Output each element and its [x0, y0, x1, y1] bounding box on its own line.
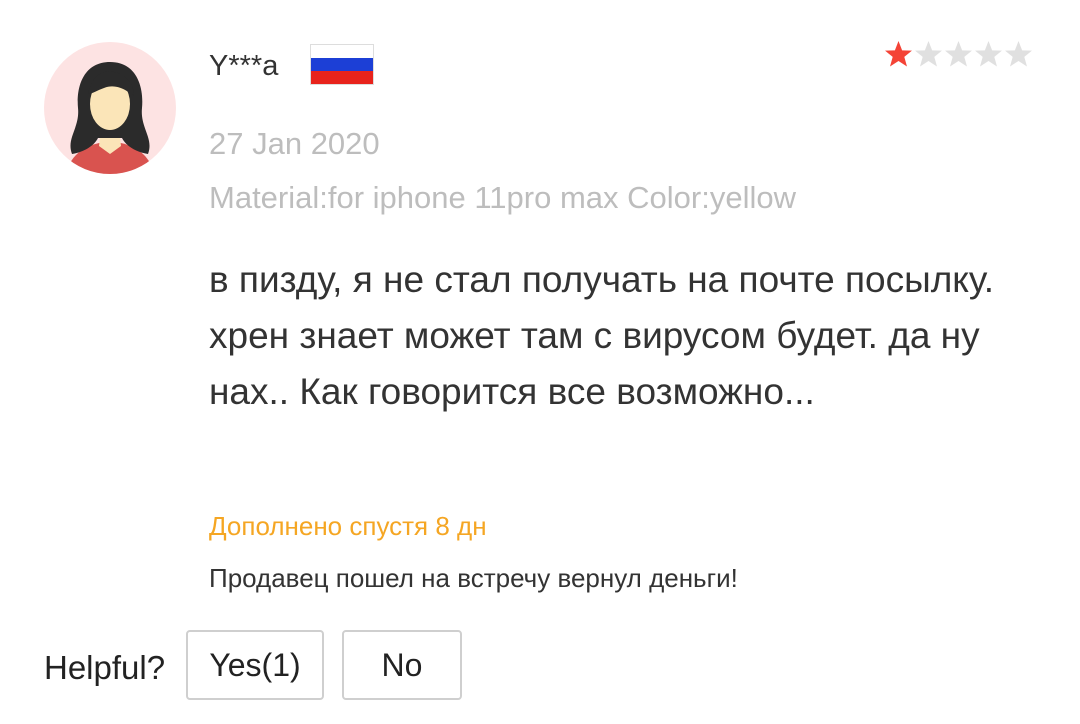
helpful-no-button[interactable]: No [342, 630, 462, 700]
review-card: Y***a 27 Jan 2020 Material:for iphone 11… [0, 0, 1080, 724]
followup-text: Продавец пошел на встречу вернул деньги! [209, 563, 738, 593]
author-name: Y***a [209, 50, 279, 82]
star-empty-icon [974, 40, 1003, 72]
review-date: 27 Jan 2020 [209, 126, 380, 161]
star-rating [884, 40, 1033, 72]
review-text: в пизду, я не стал получать на почте пос… [209, 259, 994, 412]
russia-flag-icon [310, 44, 374, 85]
star-filled-icon [884, 40, 913, 72]
product-variant: Material:for iphone 11pro max Color:yell… [209, 180, 796, 215]
helpful-label: Helpful? [44, 649, 166, 686]
followup-label: Дополнено спустя 8 дн [209, 511, 487, 541]
avatar [44, 42, 176, 174]
star-empty-icon [944, 40, 973, 72]
helpful-yes-button[interactable]: Yes(1) [186, 630, 324, 700]
star-empty-icon [1004, 40, 1033, 72]
star-empty-icon [914, 40, 943, 72]
